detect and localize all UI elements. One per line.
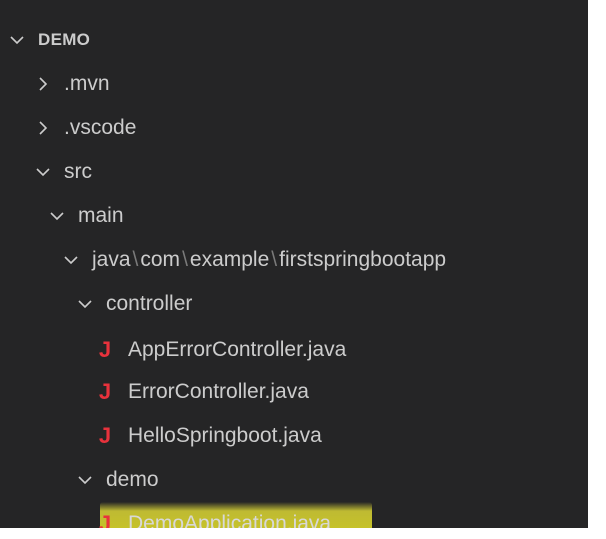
tree-item-label: controller (106, 292, 193, 315)
tree-item-label: AppErrorController.java (128, 338, 347, 361)
tree-folder-demo[interactable]: demo (0, 458, 588, 502)
chevron-down-icon (46, 205, 68, 227)
explorer-root-label: DEMO (38, 30, 91, 49)
chevron-right-icon (32, 73, 54, 95)
tree-folder-vscode[interactable]: .vscode (0, 106, 588, 150)
path-segment-firstspringbootapp: firstspringbootapp (279, 248, 447, 271)
path-separator: \ (132, 248, 139, 271)
tree-item-label: .mvn (64, 72, 110, 95)
chevron-down-icon (6, 29, 28, 51)
path-separator: \ (271, 248, 278, 271)
tree-folder-java-package[interactable]: java \ com \ example \ firstspringbootap… (0, 238, 588, 282)
path-segment-example: example (189, 248, 270, 271)
tree-item-label: main (78, 204, 124, 227)
java-file-icon: J (98, 379, 112, 404)
tree-file-apperrorcontroller[interactable]: J AppErrorController.java (0, 328, 588, 372)
java-file-icon: J (98, 423, 112, 448)
tree-item-label: DemoApplication.java (128, 512, 332, 528)
tree-item-label: HelloSpringboot.java (128, 424, 322, 447)
path-segment-com: com (140, 248, 181, 271)
chevron-down-icon (60, 249, 82, 271)
tree-item-label: src (64, 160, 92, 183)
tree-item-label: demo (106, 468, 159, 491)
chevron-down-icon (74, 293, 96, 315)
chevron-down-icon (74, 469, 96, 491)
path-segment-java: java (92, 248, 131, 271)
tree-file-hellospringboot[interactable]: J HelloSpringboot.java (0, 414, 588, 458)
tree-item-label: ErrorController.java (128, 380, 309, 403)
explorer-root-demo[interactable]: DEMO (0, 18, 588, 62)
java-file-icon: J (98, 511, 112, 528)
chevron-right-icon (32, 117, 54, 139)
tree-file-demoapplication[interactable]: J DemoApplication.java (0, 502, 588, 528)
tree-folder-main[interactable]: main (0, 194, 588, 238)
tree-item-label: .vscode (64, 116, 137, 139)
path-separator: \ (182, 248, 188, 271)
chevron-down-icon (32, 161, 54, 183)
tree-file-errorcontroller[interactable]: J ErrorController.java (0, 370, 588, 414)
java-file-icon: J (98, 337, 112, 362)
tree-folder-src[interactable]: src (0, 150, 588, 194)
tree-folder-controller[interactable]: controller (0, 282, 588, 326)
tree-folder-mvn[interactable]: .mvn (0, 62, 588, 106)
file-explorer-panel: DEMO .mvn .vscode src main java \ com \ … (0, 0, 591, 528)
